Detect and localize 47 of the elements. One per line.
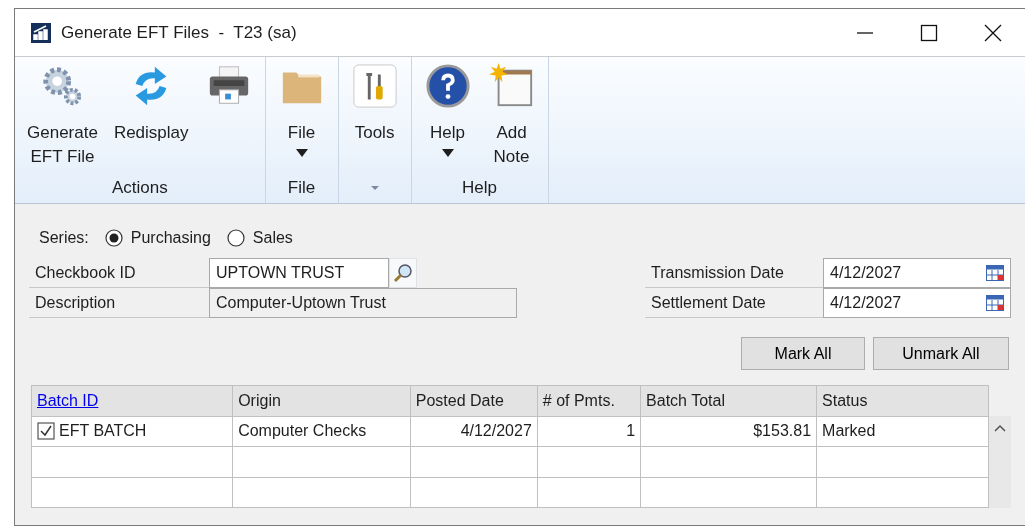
search-icon <box>393 263 413 283</box>
note-icon <box>488 63 535 109</box>
table-cell: 1 <box>626 422 636 440</box>
table-cell: $153.81 <box>753 422 812 440</box>
action-button[interactable]: Mark All <box>741 337 865 370</box>
description-field: Computer-Uptown Trust <box>209 288 517 318</box>
ribbon-button[interactable]: Help <box>417 57 478 173</box>
checkbook-field[interactable]: UPTOWN TRUST <box>209 258 389 288</box>
help-icon <box>424 63 471 109</box>
date-field[interactable]: 4/12/2027 <box>823 258 1011 288</box>
table-cell: 4/12/2027 <box>460 422 532 440</box>
checkbox[interactable] <box>37 422 55 441</box>
group-label: Actions <box>111 177 168 200</box>
ribbon-button[interactable]: Add Note <box>481 57 542 173</box>
date-field[interactable]: 4/12/2027 <box>823 288 1011 318</box>
column-header: Status <box>822 391 868 409</box>
tools-icon <box>351 63 398 109</box>
caret-icon <box>441 149 454 157</box>
table-cell: Computer Checks <box>238 422 367 440</box>
close-icon[interactable] <box>983 22 1003 43</box>
ribbon-button[interactable]: Redisplay <box>107 57 195 173</box>
ribbon-button[interactable]: File <box>271 57 332 173</box>
lookup-button[interactable] <box>389 258 417 288</box>
column-header: Batch Total <box>646 391 725 409</box>
scrollbar[interactable] <box>989 416 1011 508</box>
column-header: # of Pmts. <box>542 391 615 409</box>
scroll-up-icon[interactable] <box>994 424 1007 433</box>
table-cell-text: EFT BATCH <box>59 421 147 442</box>
caret-icon <box>295 149 308 157</box>
series-label: Series: <box>39 228 89 248</box>
maximize-icon[interactable] <box>919 22 939 43</box>
column-header: Origin <box>238 391 281 409</box>
calendar-icon <box>986 265 1004 281</box>
dropdown-icon[interactable] <box>370 186 379 190</box>
group-label: Help <box>462 177 498 200</box>
app-icon <box>31 22 51 43</box>
table-cell: Marked <box>822 422 876 440</box>
radio-option[interactable]: Sales <box>226 226 293 250</box>
action-button[interactable]: Unmark All <box>873 337 1009 370</box>
ribbon-button[interactable]: Tools <box>344 57 405 173</box>
calendar-icon <box>986 295 1004 311</box>
ribbon-button[interactable]: Generate EFT File <box>21 57 104 173</box>
column-header-link[interactable]: Batch ID <box>37 391 99 409</box>
group-label: File <box>287 177 316 200</box>
radio-option[interactable]: Purchasing <box>104 226 211 250</box>
column-header: Posted Date <box>415 391 504 409</box>
window-title: Generate EFT Files - T23 (sa) <box>61 21 297 44</box>
